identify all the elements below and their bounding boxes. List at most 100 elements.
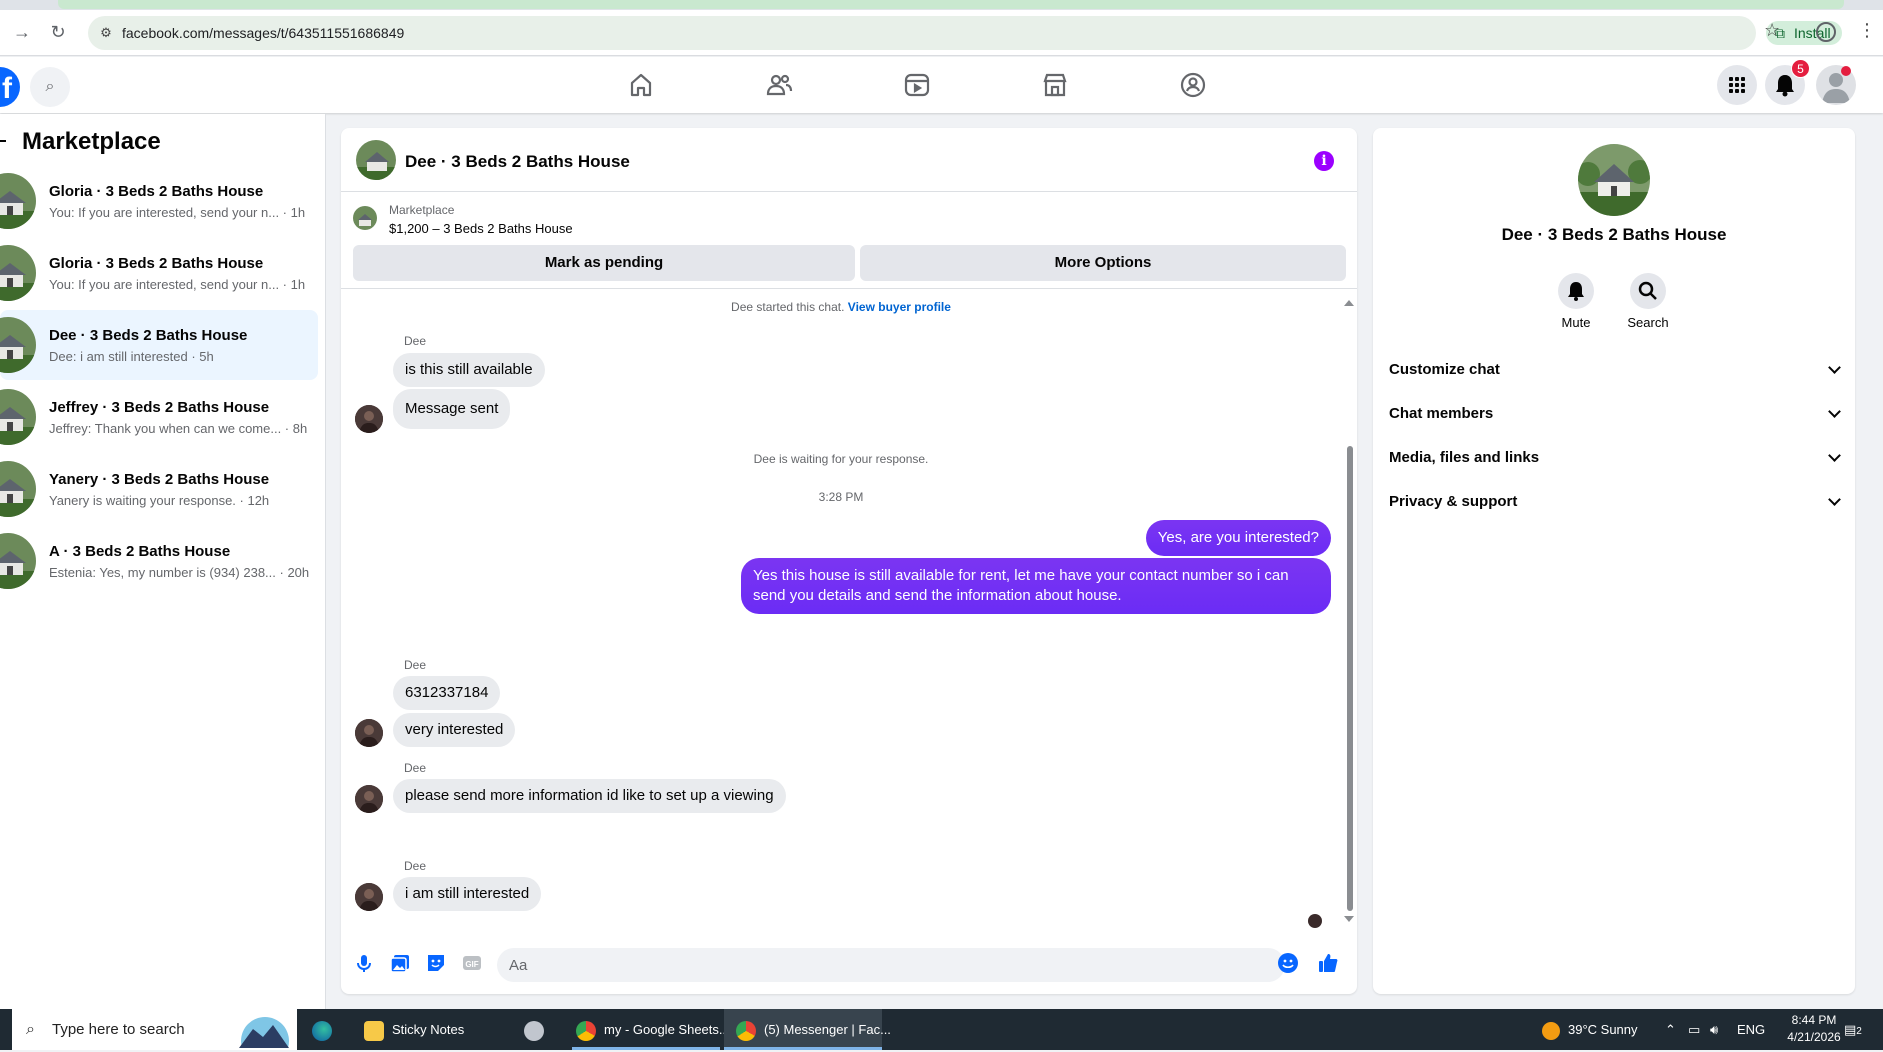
incoming-message[interactable]: please send more information id like to …: [393, 779, 786, 813]
friends-icon[interactable]: [765, 71, 793, 99]
sender-avatar[interactable]: [355, 883, 383, 911]
bell-icon: [1558, 273, 1594, 309]
listing-thumbnail[interactable]: [353, 206, 377, 230]
outgoing-message[interactable]: Yes, are you interested?: [1145, 520, 1331, 556]
incoming-message[interactable]: 6312337184: [393, 676, 501, 710]
edge-app[interactable]: [312, 1009, 342, 1050]
section-label: Customize chat: [1389, 361, 1500, 378]
outgoing-message[interactable]: Yes this house is still available for re…: [741, 558, 1331, 614]
chat-title[interactable]: Dee · 3 Beds 2 Baths House: [405, 152, 630, 172]
conversation-preview: Jeffrey: Thank you when can we come... ·…: [49, 421, 308, 436]
app-icon: [524, 1020, 544, 1041]
conversation-item[interactable]: Jeffrey · 3 Beds 2 Baths House Jeffrey: …: [0, 382, 318, 452]
site-info-icon[interactable]: ⚙: [96, 23, 116, 43]
marketplace-icon[interactable]: [1041, 71, 1069, 99]
groups-icon[interactable]: [1179, 71, 1207, 99]
message-scrollbar[interactable]: [1343, 296, 1355, 924]
taskbar-clock[interactable]: 8:44 PM 4/21/2026: [1774, 1012, 1854, 1046]
scroll-up-arrow[interactable]: [1344, 300, 1354, 306]
sender-name: Dee: [404, 761, 427, 775]
home-icon[interactable]: [627, 71, 655, 99]
mute-button[interactable]: Mute: [1546, 273, 1606, 330]
thumbs-up-icon[interactable]: [1317, 952, 1339, 974]
more-options-button[interactable]: More Options: [860, 245, 1346, 281]
video-icon[interactable]: [903, 71, 931, 99]
chat-members-section[interactable]: Chat members: [1389, 392, 1841, 436]
photo-icon[interactable]: [389, 952, 411, 974]
mark-pending-button[interactable]: Mark as pending: [353, 245, 855, 281]
message-input[interactable]: [497, 948, 1285, 982]
sender-avatar[interactable]: [355, 405, 383, 433]
search-in-conversation-button[interactable]: Search: [1618, 273, 1678, 330]
emoji-icon[interactable]: [1277, 952, 1299, 974]
forward-icon[interactable]: →: [10, 20, 34, 44]
tray-overflow-icon[interactable]: ⌃: [1665, 1009, 1676, 1050]
conversation-item[interactable]: Gloria · 3 Beds 2 Baths House You: If yo…: [0, 238, 318, 308]
listing-price[interactable]: $1,200 – 3 Beds 2 Baths House: [389, 221, 573, 236]
media-files-links-section[interactable]: Media, files and links: [1389, 436, 1841, 480]
url-text: facebook.com/messages/t/643511551686849: [122, 25, 405, 41]
conversation-item-active[interactable]: Dee · 3 Beds 2 Baths House Dee: i am sti…: [0, 310, 318, 380]
back-arrow-icon[interactable]: [0, 140, 6, 142]
incoming-message[interactable]: is this still available: [393, 353, 545, 387]
scroll-down-arrow[interactable]: [1344, 916, 1354, 922]
taskbar-app-generic[interactable]: [524, 1009, 554, 1050]
sidebar-title: Marketplace: [22, 128, 161, 155]
clock-date: 4/21/2026: [1787, 1030, 1841, 1044]
volume-icon[interactable]: 🔊︎: [1710, 1009, 1718, 1050]
language-indicator[interactable]: ENG: [1737, 1009, 1765, 1050]
chat-avatar[interactable]: [356, 140, 396, 180]
bookmark-star-icon[interactable]: ☆: [1764, 20, 1780, 41]
info-icon[interactable]: i: [1314, 151, 1334, 171]
taskbar-search-placeholder: Type here to search: [52, 1021, 185, 1038]
listing-banner: Marketplace $1,200 – 3 Beds 2 Baths Hous…: [341, 193, 1357, 289]
chevron-down-icon: [1828, 449, 1841, 462]
sender-name: Dee: [404, 334, 427, 348]
incoming-message[interactable]: i am still interested: [393, 877, 542, 911]
conversation-item[interactable]: Gloria · 3 Beds 2 Baths House You: If yo…: [0, 166, 318, 236]
incoming-message[interactable]: very interested: [393, 713, 516, 747]
reload-icon[interactable]: ↻: [46, 20, 70, 44]
taskbar-search[interactable]: ⌕ Type here to search: [12, 1009, 297, 1050]
conversation-item[interactable]: A · 3 Beds 2 Baths House Estenia: Yes, m…: [0, 526, 318, 596]
house-thumbnail: [0, 389, 36, 445]
microphone-icon[interactable]: [353, 952, 375, 974]
incoming-message[interactable]: Message sent: [393, 389, 511, 429]
browser-toolbar: → ↻ ⚙ facebook.com/messages/t/6435115516…: [0, 10, 1883, 56]
sun-icon: [1542, 1021, 1560, 1040]
chat-header: Dee · 3 Beds 2 Baths House i: [341, 128, 1357, 192]
network-icon[interactable]: ▭: [1688, 1009, 1700, 1050]
search-icon: ⌕: [26, 1021, 35, 1038]
sender-avatar[interactable]: [355, 719, 383, 747]
sticker-icon[interactable]: [425, 952, 447, 974]
details-avatar[interactable]: [1578, 144, 1650, 216]
house-thumbnail: [0, 461, 36, 517]
gif-icon[interactable]: GIF: [461, 952, 483, 974]
conversation-preview: Dee: i am still interested · 5h: [49, 349, 214, 364]
action-center-icon[interactable]: ▤2: [1844, 1009, 1862, 1052]
conversation-preview: Estenia: Yes, my number is (934) 238... …: [49, 565, 310, 580]
taskbar-app-label: Sticky Notes: [392, 1022, 465, 1037]
sender-avatar[interactable]: [355, 785, 383, 813]
conversation-name: Jeffrey · 3 Beds 2 Baths House: [49, 399, 270, 416]
view-buyer-profile-link[interactable]: View buyer profile: [848, 300, 951, 314]
house-thumbnail: [0, 317, 36, 373]
customize-chat-section[interactable]: Customize chat: [1389, 348, 1841, 392]
facebook-logo[interactable]: f: [0, 67, 20, 107]
address-bar[interactable]: ⚙ facebook.com/messages/t/64351155168684…: [88, 16, 1842, 50]
taskbar-app-sticky-notes[interactable]: Sticky Notes: [360, 1009, 508, 1050]
apps-menu-icon[interactable]: [1717, 65, 1757, 105]
conversation-item[interactable]: Yanery · 3 Beds 2 Baths House Yanery is …: [0, 454, 318, 524]
search-icon[interactable]: ⌕: [30, 67, 70, 107]
weather-widget[interactable]: 39°C Sunny: [1542, 1009, 1638, 1050]
taskbar-app-google-sheets[interactable]: my - Google Sheets...: [572, 1009, 730, 1050]
listing-label: Marketplace: [389, 203, 455, 217]
conversation-preview: You: If you are interested, send your n.…: [49, 205, 306, 220]
scroll-thumb[interactable]: [1347, 446, 1353, 911]
privacy-support-section[interactable]: Privacy & support: [1389, 480, 1841, 524]
clock-time: 8:44 PM: [1791, 1013, 1837, 1027]
taskbar-app-messenger[interactable]: (5) Messenger | Fac...: [724, 1009, 891, 1050]
waiting-notice: Dee is waiting for your response.: [753, 452, 929, 466]
browser-menu-icon[interactable]: ⋮: [1858, 20, 1876, 41]
browser-profile-icon[interactable]: [1816, 22, 1836, 42]
